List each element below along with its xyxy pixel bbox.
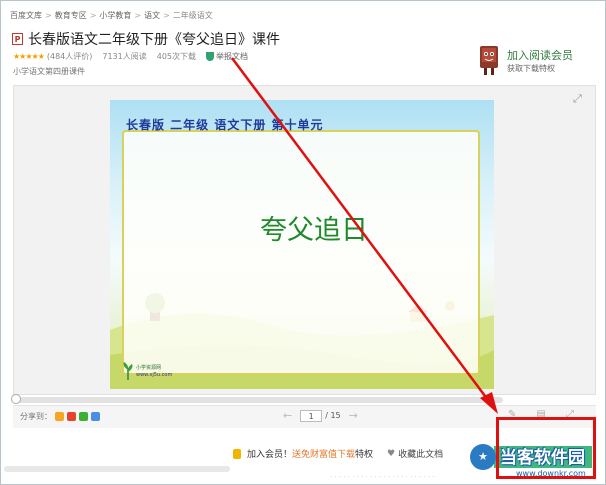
gold-coin-icon bbox=[233, 448, 241, 459]
horizontal-scrollbar[interactable] bbox=[4, 466, 230, 472]
weibo-share-icon[interactable] bbox=[67, 412, 76, 421]
document-tag[interactable]: 小学语文第四册课件 bbox=[13, 66, 85, 77]
watermark-logo-icon: ★ bbox=[470, 444, 496, 470]
shield-icon bbox=[206, 52, 215, 61]
progress-handle[interactable] bbox=[11, 394, 21, 404]
next-page-icon[interactable]: → bbox=[349, 409, 358, 422]
slide-preview: 长春版 二年级 语文下册 第十单元 夸父追日 小学资源网 www.xj5u.co… bbox=[110, 100, 494, 389]
slide-logo-url: www.xj5u.com bbox=[136, 372, 173, 378]
join-member-suffix: 特权 bbox=[355, 450, 374, 460]
read-count: 7131人阅读 bbox=[102, 52, 147, 61]
page-number-input[interactable]: 1 bbox=[300, 409, 323, 422]
heart-icon[interactable]: ♥ bbox=[387, 449, 395, 459]
favorite-link[interactable]: 收藏此文档 bbox=[398, 447, 443, 460]
report-label: 举报文档 bbox=[216, 52, 249, 61]
page-title: 长春版语文二年级下册《夸父追日》课件 bbox=[28, 32, 280, 48]
slide-logo: 小学资源网 www.xj5u.com bbox=[122, 362, 172, 384]
member-bar: 加入会员！ 送免财富值下载 特权 ♥ 收藏此文档 bbox=[233, 447, 443, 460]
download-count: 405次下载 bbox=[156, 52, 197, 61]
share-bar: 分享到： bbox=[20, 411, 100, 422]
share-label: 分享到： bbox=[20, 412, 52, 421]
prev-page-icon[interactable]: ← bbox=[283, 409, 292, 422]
more-share-icon[interactable] bbox=[91, 412, 100, 421]
rating-stars-icon: ★★★★★ bbox=[13, 52, 45, 61]
vip-promo[interactable]: 加入阅读会员 获取下载特权 bbox=[477, 44, 597, 80]
vip-subtitle: 获取下载特权 bbox=[507, 64, 555, 73]
footer-text: · · · · · · · · · · · · · · · · · · · · … bbox=[330, 473, 435, 481]
document-meta: ★★★★★ (484人评价) 7131人阅读 405次下载 举报文档 bbox=[13, 51, 248, 62]
leaf-logo-icon bbox=[123, 362, 133, 380]
breadcrumb-item[interactable]: 教育专区 bbox=[55, 11, 87, 20]
slide-main-text: 夸父追日 bbox=[260, 215, 368, 246]
slide-logo-name: 小学资源网 bbox=[136, 365, 162, 371]
breadcrumb-current: 二年级语文 bbox=[172, 11, 213, 20]
title-row: P 长春版语文二年级下册《夸父追日》课件 bbox=[12, 30, 280, 48]
page-navigator: ← 1 / 15 → bbox=[275, 409, 366, 422]
fullscreen-icon[interactable]: ⤢ bbox=[573, 92, 582, 106]
breadcrumb-item[interactable]: 百度文库 bbox=[10, 11, 42, 20]
wechat-share-icon[interactable] bbox=[79, 412, 88, 421]
rating-count[interactable]: (484人评价) bbox=[47, 51, 93, 62]
report-link[interactable]: 举报文档 bbox=[206, 51, 248, 62]
breadcrumb-item[interactable]: 语文 bbox=[144, 11, 160, 20]
slide-content-panel bbox=[122, 130, 480, 375]
join-member-link[interactable]: 送免财富值下载 bbox=[292, 447, 355, 460]
slide-heading: 长春版 二年级 语文下册 第十单元 bbox=[126, 118, 324, 132]
breadcrumb: 百度文库 > 教育专区 > 小学教育 > 语文 > 二年级语文 bbox=[10, 11, 213, 20]
qzone-share-icon[interactable] bbox=[55, 412, 64, 421]
total-pages: / 15 bbox=[325, 411, 341, 420]
join-member-text: 加入会员！ bbox=[247, 450, 293, 460]
scroll-progress-bar[interactable] bbox=[11, 394, 503, 404]
breadcrumb-item[interactable]: 小学教育 bbox=[99, 11, 131, 20]
ppt-file-icon: P bbox=[12, 33, 23, 45]
book-mascot-icon bbox=[480, 46, 498, 75]
vip-title: 加入阅读会员 bbox=[507, 49, 573, 62]
annotation-highlight-box bbox=[496, 417, 596, 479]
